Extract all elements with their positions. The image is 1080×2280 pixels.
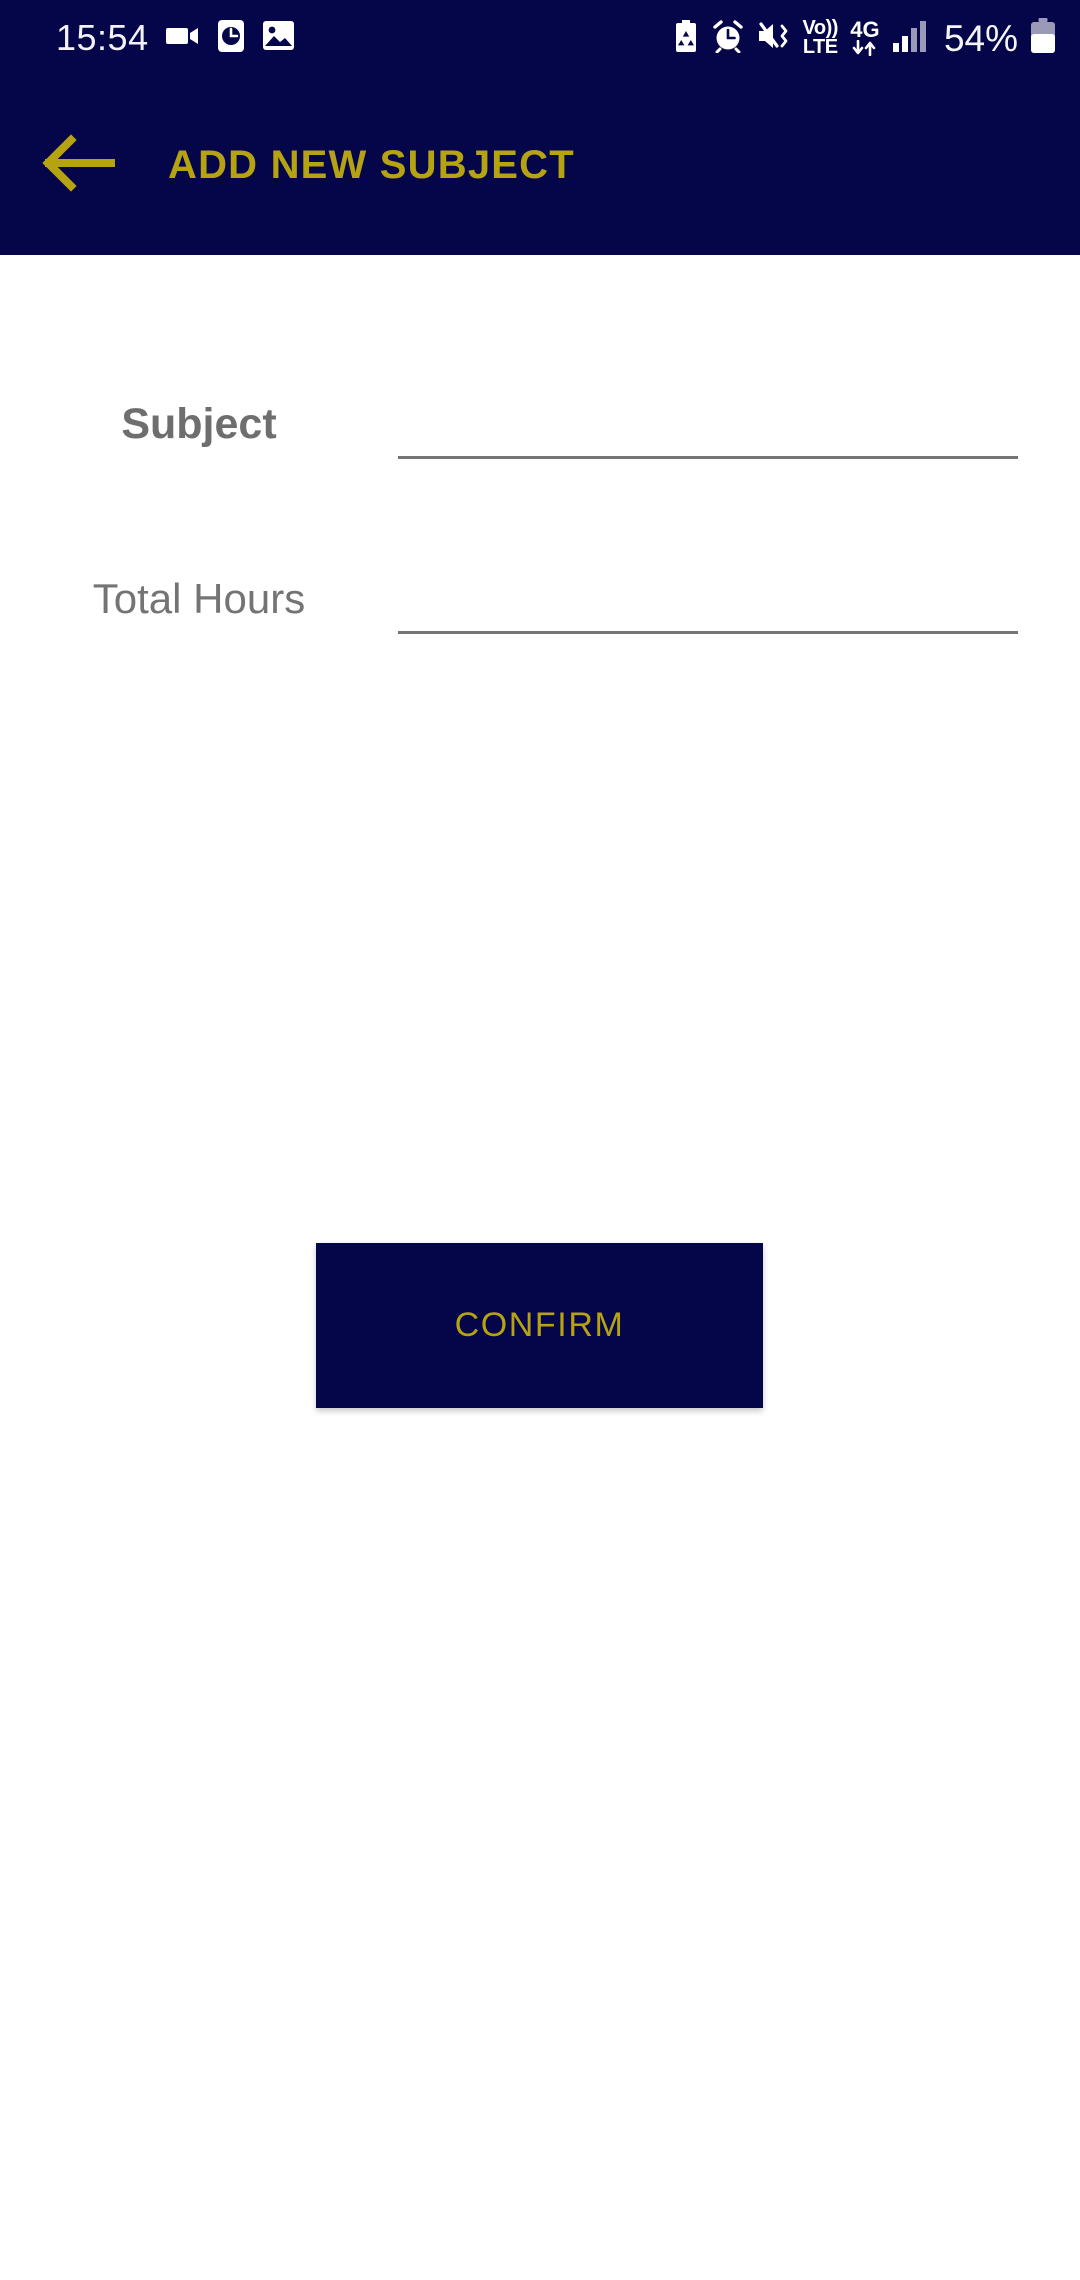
alarm-clock-icon xyxy=(711,19,745,58)
page-title: ADD NEW SUBJECT xyxy=(168,143,575,187)
gallery-image-icon xyxy=(262,19,295,57)
total-hours-input-underline xyxy=(398,631,1018,634)
status-bar-left-group: 15:54 xyxy=(56,19,295,58)
battery-saver-recycle-icon xyxy=(673,19,699,58)
subject-input-underline xyxy=(398,456,1018,459)
subject-label: Subject xyxy=(121,400,277,448)
network-generation-label: 4G xyxy=(850,16,880,42)
total-hours-input[interactable] xyxy=(398,568,1022,632)
status-bar-clock: 15:54 xyxy=(56,17,149,58)
form-field-subject: Subject xyxy=(0,393,1080,459)
clock-badge-icon xyxy=(217,19,245,58)
arrow-left-icon xyxy=(41,134,115,197)
video-camera-icon xyxy=(165,23,200,54)
volte-icon: Vo)) LTE xyxy=(802,18,839,58)
mute-vibrate-icon xyxy=(757,20,791,57)
data-transfer-icon: 4G xyxy=(850,16,880,57)
total-hours-input-wrapper xyxy=(398,568,1022,634)
battery-percentage-label: 54% xyxy=(943,17,1018,59)
volte-label-bottom: LTE xyxy=(802,36,838,58)
add-new-subject-screen: 15:54 Vo)) LTE 4G 54% ADD NEW SUBJECT Su… xyxy=(0,0,1080,2280)
total-hours-label: Total Hours xyxy=(92,575,306,622)
form-field-total-hours: Total Hours xyxy=(0,568,1080,634)
form-content: Subject Total Hours CONFIRM xyxy=(0,255,1080,2280)
back-button[interactable] xyxy=(30,118,126,214)
app-bar: ADD NEW SUBJECT xyxy=(0,76,1080,255)
status-bar: 15:54 Vo)) LTE 4G 54% xyxy=(0,0,1080,76)
confirm-button[interactable]: CONFIRM xyxy=(316,1243,763,1408)
battery-icon xyxy=(1030,17,1056,59)
status-bar-right-group: Vo)) LTE 4G 54% xyxy=(673,16,1056,59)
subject-input-wrapper xyxy=(398,393,1022,459)
signal-bars-icon xyxy=(892,20,926,57)
subject-input[interactable] xyxy=(398,393,1022,457)
